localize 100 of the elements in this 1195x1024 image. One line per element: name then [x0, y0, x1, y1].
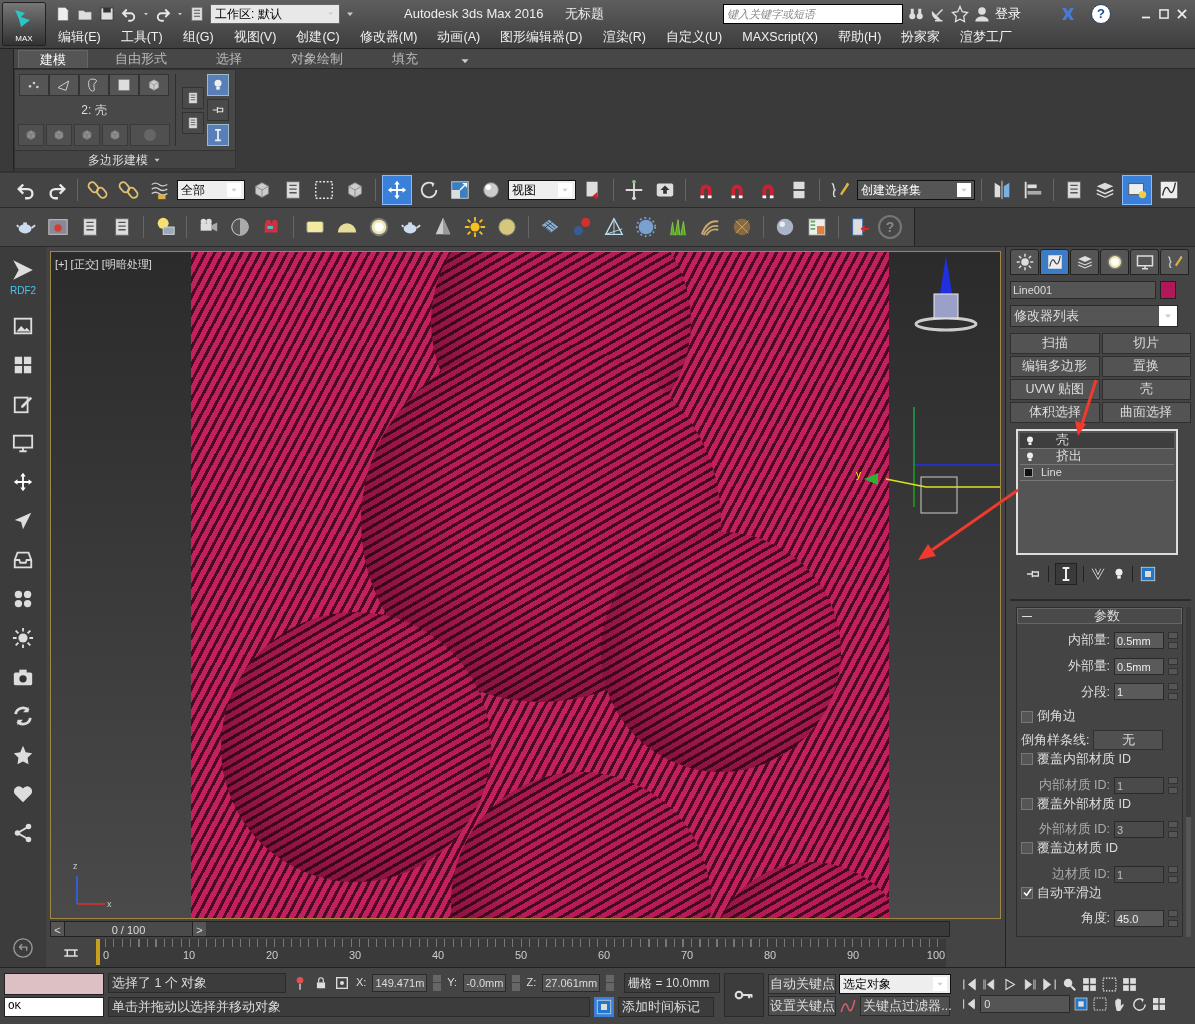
command-panel-tab[interactable] — [1160, 249, 1189, 275]
half-sphere-icon[interactable] — [229, 216, 251, 238]
menu-item[interactable]: 渲梦工厂 — [960, 28, 1013, 47]
menu-item[interactable]: 自定义(U) — [665, 28, 723, 47]
menu-item[interactable]: 编辑(E) — [58, 28, 101, 47]
export-icon[interactable] — [849, 216, 871, 238]
menu-item[interactable]: 组(G) — [182, 28, 214, 47]
time-tag-icon[interactable] — [595, 997, 613, 1016]
material-grid-icon[interactable] — [806, 216, 828, 238]
coordinate-field[interactable]: 149.471m — [372, 973, 428, 992]
subobject-button[interactable] — [109, 74, 139, 96]
fur-ball-icon[interactable] — [731, 216, 753, 238]
tool-button[interactable] — [18, 124, 44, 146]
modifier-button[interactable]: 壳 — [1101, 379, 1191, 400]
time-slider-thumb[interactable]: < 0 / 100 > — [51, 922, 206, 936]
current-frame-field[interactable]: 0 — [980, 995, 1071, 1013]
object-name-field[interactable]: Line001 — [1010, 281, 1156, 299]
menu-item[interactable]: MAXScript(X) — [742, 28, 818, 47]
project-folder-icon[interactable] — [188, 4, 206, 23]
auto-key-button[interactable]: 自动关键点 — [768, 973, 837, 994]
time-slider-track[interactable]: < 0 / 100 > — [50, 921, 950, 937]
help-button[interactable]: ? — [1091, 3, 1111, 24]
key-mode-icon[interactable] — [961, 996, 978, 1012]
subobject-button[interactable] — [49, 74, 79, 96]
maxscript-mini-listener[interactable] — [4, 972, 104, 995]
modifier-button[interactable]: 置换 — [1101, 356, 1191, 377]
next-frame-button[interactable]: > — [192, 922, 206, 936]
dots-icon[interactable] — [12, 588, 34, 610]
bind-icon[interactable] — [149, 179, 171, 201]
menu-item[interactable]: 工具(T) — [120, 28, 163, 47]
unlink-icon[interactable] — [118, 179, 140, 201]
coordinate-field[interactable]: -0.0mm — [463, 973, 507, 992]
viewport-label[interactable]: [+] — [55, 256, 68, 273]
image-icon[interactable] — [12, 315, 34, 337]
modifier-list-dropdown[interactable]: 修改器列表 — [1010, 305, 1178, 327]
checkbox[interactable] — [1021, 797, 1033, 810]
checkbox[interactable] — [1021, 886, 1033, 899]
zoom-extents-icon[interactable] — [1101, 976, 1119, 993]
menu-item[interactable]: 创建(C) — [296, 28, 340, 47]
scrollbar-thumb[interactable] — [1186, 817, 1191, 937]
ribbon-tab[interactable]: 选择 — [194, 50, 264, 68]
previous-frame-button[interactable]: < — [51, 922, 65, 936]
modifier-button[interactable]: 扫描 — [1010, 333, 1100, 354]
rollout-header[interactable]: 参数 — [1017, 608, 1182, 624]
monitor-icon[interactable] — [12, 432, 34, 454]
stack-tool-button[interactable] — [182, 111, 204, 134]
pick-spline-button[interactable]: 无 — [1093, 730, 1164, 750]
viewport-label[interactable]: [明暗处理] — [101, 256, 152, 273]
key-target-dropdown[interactable]: 选定对象 — [839, 973, 952, 994]
go-to-end-icon[interactable] — [1041, 976, 1059, 993]
set-key-button[interactable]: 设置关键点 — [768, 995, 837, 1016]
modifier-button[interactable]: UVW 贴图 — [1010, 379, 1100, 400]
back-icon[interactable] — [12, 937, 34, 959]
selection-filter-dropdown[interactable]: 全部 — [177, 180, 245, 200]
share-icon[interactable] — [12, 822, 34, 844]
menu-item[interactable]: 帮助(H) — [837, 28, 882, 47]
viewport[interactable]: [+] [正交] [明暗处理] y z x — [50, 251, 1001, 919]
number-field[interactable]: 45.0 — [1114, 910, 1164, 928]
star-icon[interactable] — [951, 4, 969, 23]
coordinate-field[interactable]: 27.061mm — [542, 973, 601, 992]
search-field[interactable]: 键入关键字或短语 — [723, 3, 903, 24]
zoom-all-icon[interactable] — [1081, 976, 1099, 993]
command-panel-tab[interactable] — [1010, 249, 1039, 275]
new-file-icon[interactable] — [54, 4, 72, 23]
subobject-button[interactable] — [139, 74, 169, 96]
modifier-stack-item[interactable]: Line — [1020, 465, 1174, 481]
ball-icon[interactable] — [496, 216, 518, 238]
maximize-icon[interactable] — [1157, 6, 1171, 21]
user-icon[interactable] — [973, 4, 991, 23]
object-color-swatch[interactable] — [1160, 281, 1176, 299]
subobject-button[interactable] — [19, 74, 49, 96]
modifier-stack-item[interactable]: 壳 — [1020, 433, 1174, 449]
tool-button[interactable] — [46, 124, 72, 146]
selection-set-dropdown[interactable]: 创建选择集 — [857, 180, 975, 200]
zoom-icon[interactable] — [1061, 976, 1079, 993]
menu-item[interactable]: 渲染(R) — [602, 28, 646, 47]
ribbon-tab[interactable]: 填充 — [370, 50, 440, 68]
stack-tool-button[interactable] — [207, 99, 229, 121]
track-bar[interactable]: 0 10 20 30 40 50 60 70 80 90 100 — [96, 939, 946, 967]
command-panel-tab[interactable] — [1130, 249, 1159, 275]
grid-icon[interactable] — [12, 354, 34, 376]
menu-item[interactable]: 动画(A) — [437, 28, 481, 47]
modifier-button[interactable]: 编辑多边形 — [1010, 356, 1100, 377]
align-icon[interactable] — [1022, 179, 1044, 201]
sun-icon[interactable] — [464, 216, 486, 238]
link-icon[interactable] — [87, 179, 109, 201]
ribbon-tab[interactable]: 对象绘制 — [282, 50, 352, 68]
workspace-dropdown[interactable]: 工作区: 默认 — [210, 3, 340, 24]
menu-item[interactable]: 图形编辑器(D) — [500, 28, 583, 47]
pyramid-icon[interactable] — [603, 216, 625, 238]
expand-icon[interactable] — [1024, 468, 1033, 477]
modifier-stack-item[interactable]: 挤出 — [1020, 449, 1174, 465]
checkbox[interactable] — [1021, 842, 1033, 855]
maximize-viewport-icon[interactable] — [1151, 996, 1168, 1012]
key-filters-button[interactable]: 关键点过滤器... — [860, 995, 951, 1016]
modifier-button[interactable]: 体积选择 — [1010, 402, 1100, 423]
tool-button[interactable] — [102, 124, 128, 146]
reference-coordinate-dropdown[interactable]: 视图 — [508, 180, 576, 200]
heart-icon[interactable] — [12, 783, 34, 805]
render-frame-icon[interactable] — [47, 216, 69, 238]
